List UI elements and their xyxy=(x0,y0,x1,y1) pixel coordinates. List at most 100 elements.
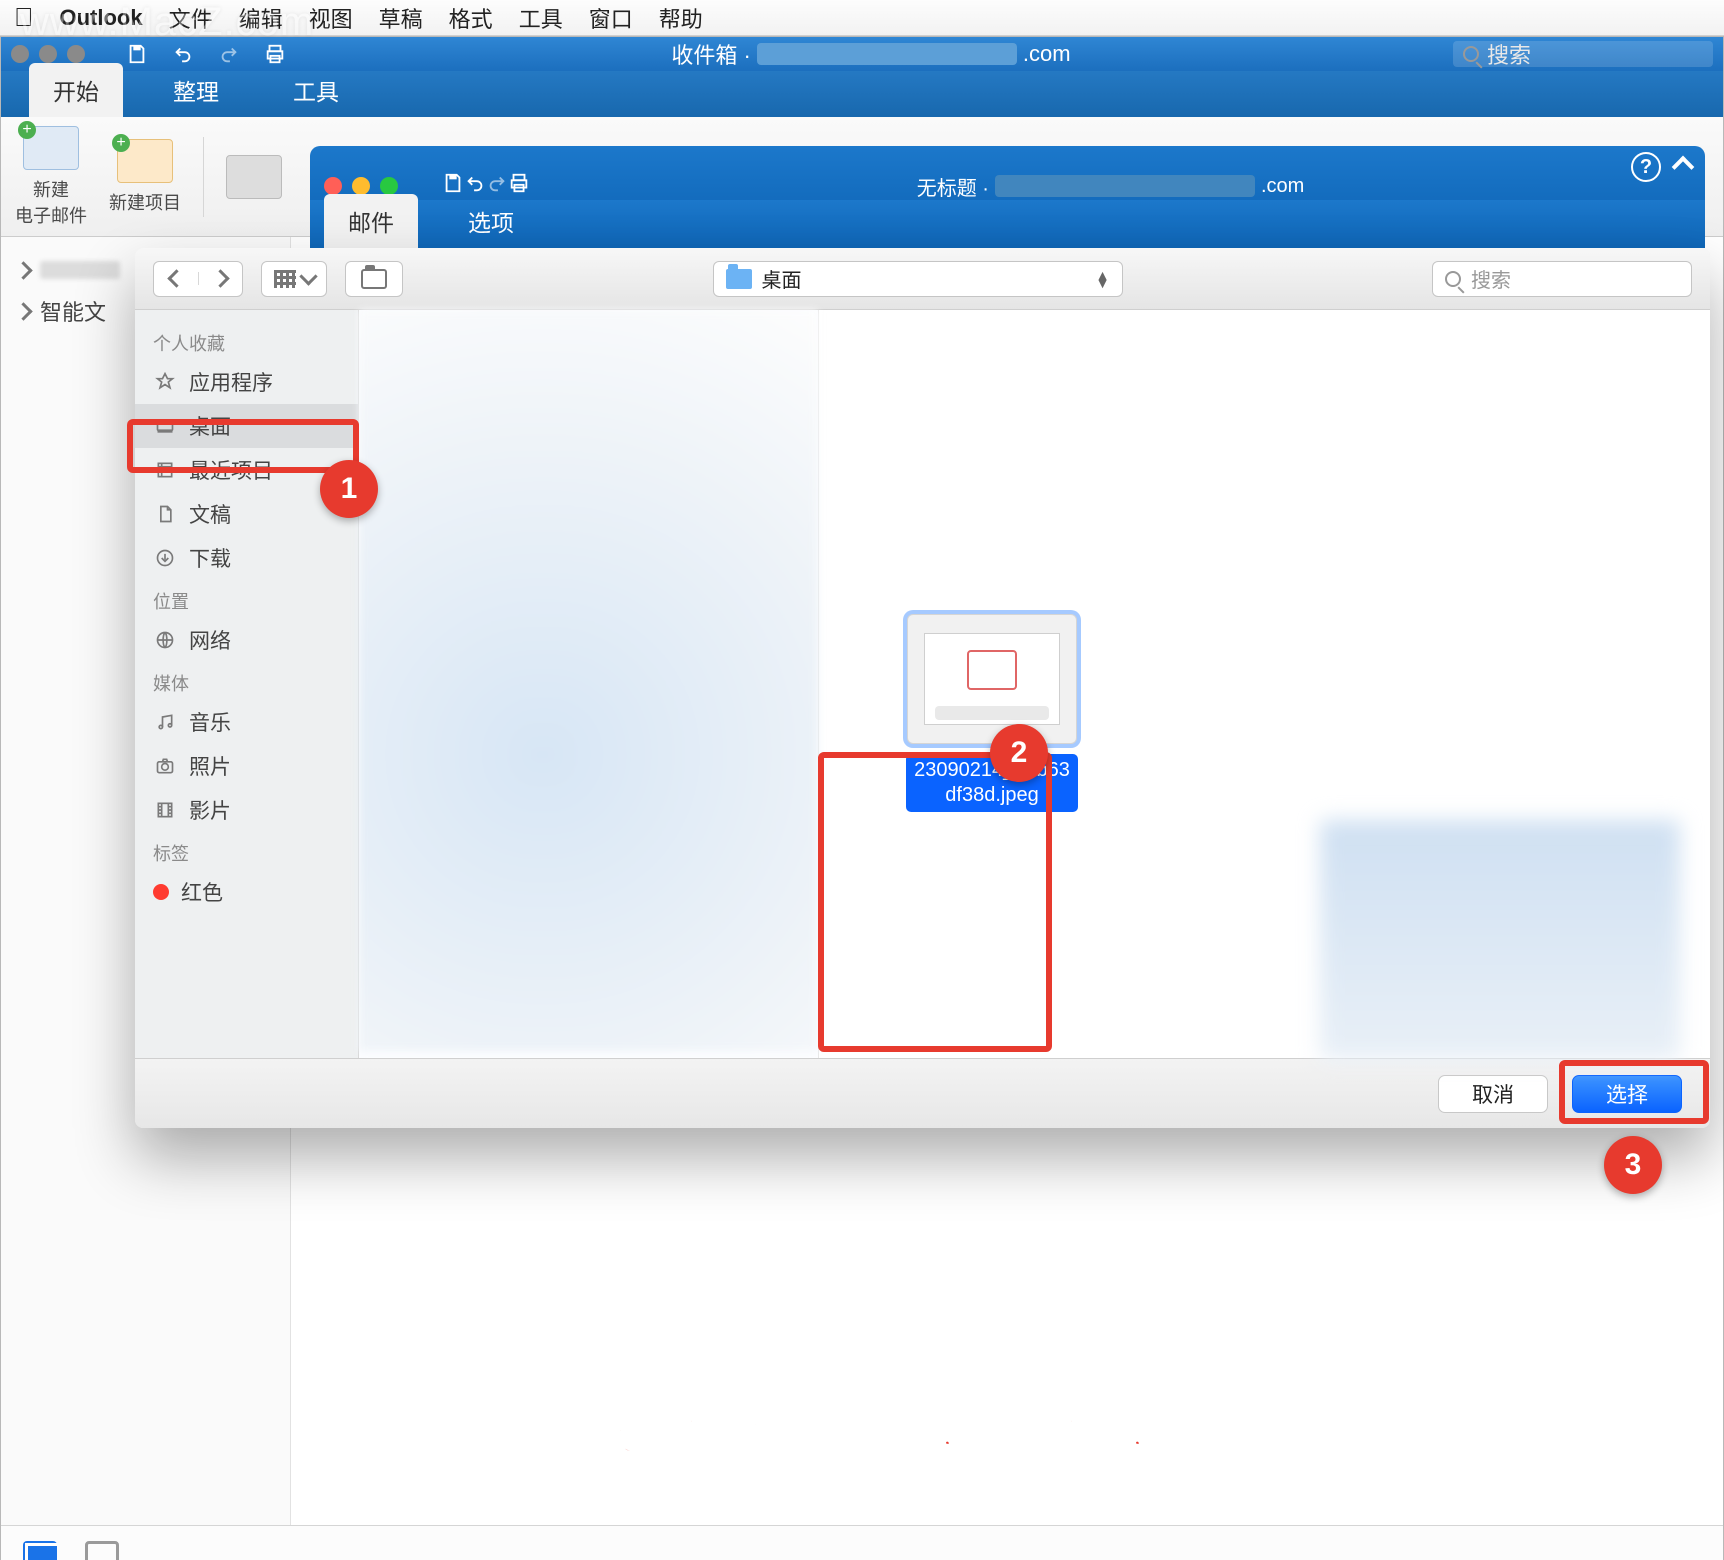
new-item-button[interactable]: 新建项目 xyxy=(109,139,181,215)
folder-icon xyxy=(726,269,752,289)
app-icon xyxy=(153,372,177,392)
section-locations: 位置 xyxy=(135,580,358,618)
ribbon-divider xyxy=(203,137,204,217)
finder-search-input[interactable]: 搜索 xyxy=(1432,261,1692,297)
new-mail-button[interactable]: 新建 电子邮件 xyxy=(15,126,87,228)
calendar-nav-icon[interactable] xyxy=(85,1541,119,1560)
new-item-label: 新建项目 xyxy=(109,189,181,215)
menu-help[interactable]: 帮助 xyxy=(659,2,703,34)
compose-tabs: 邮件 选项 xyxy=(310,200,1705,248)
callout-box-1 xyxy=(127,419,359,473)
calendar-icon xyxy=(117,139,173,183)
compose-title-prefix: 无标题 · xyxy=(917,172,989,201)
nav-bar xyxy=(1,1525,1723,1560)
title-suffix: .com xyxy=(1023,41,1071,67)
section-tags: 标签 xyxy=(135,832,358,870)
network-icon xyxy=(153,630,177,650)
compose-tab-options[interactable]: 选项 xyxy=(444,194,538,248)
trash-icon xyxy=(226,155,282,199)
location-label: 桌面 xyxy=(762,264,802,293)
menu-tools[interactable]: 工具 xyxy=(519,2,563,34)
tab-start[interactable]: 开始 xyxy=(29,63,123,117)
callout-number-3: 3 xyxy=(1604,1136,1662,1194)
close-icon[interactable] xyxy=(324,177,342,195)
search-placeholder: 搜索 xyxy=(1487,38,1531,70)
search-icon xyxy=(1463,46,1479,62)
watermark-text: www.MacZ.com xyxy=(20,0,314,45)
finder-column-1[interactable] xyxy=(359,310,819,1058)
sidebar-item-downloads[interactable]: 下载 xyxy=(135,536,358,580)
close-icon[interactable] xyxy=(11,45,29,63)
account-mask xyxy=(40,261,120,279)
chevron-right-icon xyxy=(14,261,32,279)
updown-icon: ▲▼ xyxy=(1096,271,1110,287)
sidebar-item-red-tag[interactable]: 红色 xyxy=(135,870,358,914)
compose-title: 无标题 · .com xyxy=(530,172,1691,201)
group-button[interactable] xyxy=(345,261,403,297)
callout-number-1: 1 xyxy=(320,460,378,518)
outlook-search-input[interactable]: 搜索 xyxy=(1453,41,1713,67)
preview-blurred xyxy=(1320,820,1680,1060)
minimize-icon[interactable] xyxy=(39,45,57,63)
tab-tidy[interactable]: 整理 xyxy=(149,63,243,117)
compose-title-suffix: .com xyxy=(1261,175,1304,198)
sidebar-item-applications[interactable]: 应用程序 xyxy=(135,360,358,404)
grid-icon xyxy=(274,270,296,288)
zoom-icon[interactable] xyxy=(380,177,398,195)
collapse-ribbon-icon[interactable] xyxy=(1672,156,1695,179)
finder-toolbar: 桌面 ▲▼ 搜索 xyxy=(135,248,1710,310)
instruction-caption: 在打开的窗口中找到文件所在的位置，选择文件，选择「选择」 xyxy=(0,1405,1724,1460)
sidebar-item-music[interactable]: 音乐 xyxy=(135,700,358,744)
view-mode-button[interactable] xyxy=(261,261,327,297)
zoom-icon[interactable] xyxy=(67,45,85,63)
download-icon xyxy=(153,548,177,568)
finder-footer: 取消 选择 xyxy=(135,1058,1710,1128)
file-thumbnail xyxy=(907,614,1077,744)
chevron-left-icon xyxy=(167,269,185,287)
smart-label: 智能文 xyxy=(40,295,106,327)
compose-traffic-lights[interactable] xyxy=(324,177,398,195)
help-icon[interactable]: ? xyxy=(1631,152,1661,182)
title-prefix: 收件箱 · xyxy=(671,38,750,70)
menu-window[interactable]: 窗口 xyxy=(589,2,633,34)
music-icon xyxy=(153,712,177,732)
callout-number-2: 2 xyxy=(990,724,1048,782)
finder-search-placeholder: 搜索 xyxy=(1471,264,1511,293)
sidebar-item-movies[interactable]: 影片 xyxy=(135,788,358,832)
window-title: 收件箱 · .com xyxy=(307,38,1435,70)
menu-view[interactable]: 视图 xyxy=(309,2,353,34)
location-dropdown[interactable]: 桌面 ▲▼ xyxy=(713,261,1123,297)
nav-forward-button[interactable] xyxy=(198,272,242,285)
compose-tab-mail[interactable]: 邮件 xyxy=(324,194,418,248)
mail-icon xyxy=(23,126,79,170)
compose-title-redacted xyxy=(995,175,1255,197)
camera-icon xyxy=(153,756,177,776)
callout-box-3 xyxy=(1559,1060,1709,1124)
blurred-content xyxy=(359,310,818,1051)
new-mail-label: 新建 电子邮件 xyxy=(15,176,87,228)
window-traffic-lights[interactable] xyxy=(11,45,85,63)
sidebar-item-photos[interactable]: 照片 xyxy=(135,744,358,788)
menu-format[interactable]: 格式 xyxy=(449,2,493,34)
search-icon xyxy=(1445,271,1461,287)
chevron-down-icon xyxy=(299,267,317,285)
nav-back-button[interactable] xyxy=(154,272,198,285)
ribbon-tabs: 开始 整理 工具 xyxy=(1,71,1723,117)
section-media: 媒体 xyxy=(135,662,358,700)
red-tag-icon xyxy=(153,884,169,900)
nav-back-forward[interactable] xyxy=(153,261,243,297)
folder-icon xyxy=(361,269,387,289)
callout-box-2 xyxy=(818,752,1052,1052)
film-icon xyxy=(153,800,177,820)
tab-tools[interactable]: 工具 xyxy=(269,63,363,117)
title-redacted xyxy=(757,43,1017,65)
minimize-icon[interactable] xyxy=(352,177,370,195)
menu-draft[interactable]: 草稿 xyxy=(379,2,423,34)
sidebar-item-network[interactable]: 网络 xyxy=(135,618,358,662)
mail-nav-icon[interactable] xyxy=(23,1541,57,1560)
chevron-right-icon xyxy=(211,269,229,287)
section-favorites: 个人收藏 xyxy=(135,322,358,360)
chevron-right-icon xyxy=(14,302,32,320)
delete-button[interactable] xyxy=(226,155,282,199)
cancel-button[interactable]: 取消 xyxy=(1438,1075,1548,1113)
